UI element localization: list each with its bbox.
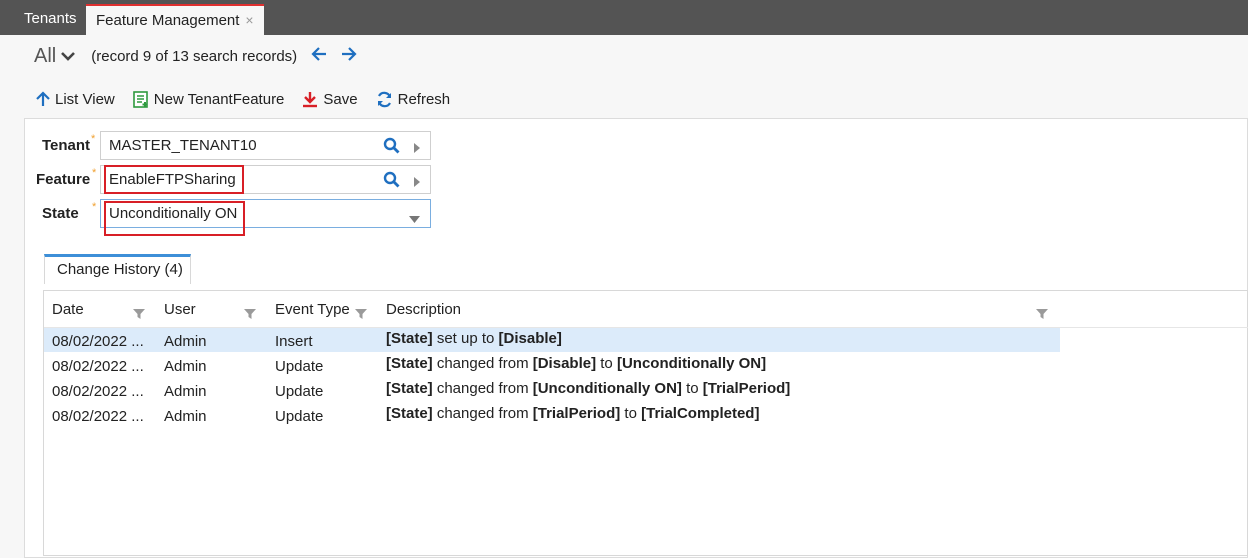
- tenant-required-marker: *: [91, 133, 96, 145]
- description-value: [TrialPeriod]: [702, 380, 791, 397]
- description-value: [TrialCompleted]: [641, 405, 760, 422]
- feature-field[interactable]: EnableFTPSharing: [100, 165, 431, 194]
- description-value: [State]: [386, 355, 433, 372]
- refresh-icon: [377, 91, 391, 107]
- caret-right-icon[interactable]: [413, 174, 420, 191]
- record-position-text: (record 9 of 13 search records): [91, 47, 298, 65]
- cell-user: Admin: [164, 358, 207, 375]
- description-text: to: [620, 405, 642, 422]
- chevron-down-icon[interactable]: [61, 48, 76, 65]
- filter-icon[interactable]: [355, 306, 367, 323]
- cell-event-type: Insert: [275, 333, 313, 350]
- table-row[interactable]: 08/02/2022 ... Admin Update [State] chan…: [44, 353, 1060, 377]
- record-navigation: All (record 9 of 13 search records): [34, 44, 357, 68]
- description-value: [State]: [386, 405, 433, 422]
- change-history-grid: Date User Event Type Description 08/02/2…: [43, 290, 1248, 556]
- table-row[interactable]: 08/02/2022 ... Admin Insert [State] set …: [44, 328, 1060, 352]
- cell-user: Admin: [164, 383, 207, 400]
- description-value: [TrialPeriod]: [532, 405, 621, 422]
- search-icon[interactable]: [383, 137, 400, 158]
- state-select[interactable]: Unconditionally ON: [100, 199, 431, 228]
- save-download-icon: [303, 91, 318, 107]
- feature-required-marker: *: [92, 167, 97, 179]
- description-text: changed from: [432, 405, 533, 422]
- cell-date: 08/02/2022 ...: [52, 358, 144, 375]
- feature-value: EnableFTPSharing: [109, 171, 236, 188]
- cell-date: 08/02/2022 ...: [52, 408, 144, 425]
- refresh-button[interactable]: Refresh: [376, 90, 451, 108]
- description-text: set up to: [432, 330, 499, 347]
- new-tenantfeature-button[interactable]: New TenantFeature: [132, 90, 285, 108]
- arrow-right-icon[interactable]: [341, 47, 357, 65]
- cell-date: 08/02/2022 ...: [52, 383, 144, 400]
- description-text: changed from: [432, 380, 533, 397]
- cell-description: [State] set up to [Disable]: [386, 330, 562, 347]
- new-tenantfeature-label: New TenantFeature: [153, 90, 285, 108]
- search-icon[interactable]: [383, 171, 400, 192]
- tab-bar: Tenants Feature Management ×: [0, 0, 1248, 35]
- description-value: [Disable]: [532, 355, 597, 372]
- state-required-marker: *: [92, 201, 97, 213]
- refresh-label: Refresh: [397, 90, 451, 108]
- cell-event-type: Update: [275, 383, 324, 400]
- tab-feature-management[interactable]: Feature Management ×: [86, 4, 264, 35]
- filter-icon[interactable]: [133, 306, 145, 323]
- filter-icon[interactable]: [244, 306, 256, 323]
- save-button[interactable]: Save: [302, 90, 358, 108]
- filter-icon[interactable]: [1036, 306, 1048, 323]
- tab-tenants[interactable]: Tenants: [14, 4, 87, 35]
- list-view-button[interactable]: List View: [36, 91, 115, 108]
- feature-label: Feature: [36, 171, 91, 188]
- cell-description: [State] changed from [Disable] to [Uncon…: [386, 355, 766, 372]
- save-label: Save: [323, 90, 358, 108]
- cell-user: Admin: [164, 408, 207, 425]
- cell-event-type: Update: [275, 358, 324, 375]
- tab-change-history[interactable]: Change History (4): [44, 254, 191, 284]
- arrow-left-icon[interactable]: [311, 47, 327, 65]
- cell-user: Admin: [164, 333, 207, 350]
- filter-dropdown-label[interactable]: All: [34, 45, 56, 68]
- cell-description: [State] changed from [TrialPeriod] to [T…: [386, 405, 759, 422]
- description-value: [State]: [386, 330, 433, 347]
- cell-description: [State] changed from [Unconditionally ON…: [386, 380, 790, 397]
- description-text: to: [681, 380, 703, 397]
- tenant-label: Tenant: [42, 137, 91, 154]
- state-label: State: [42, 205, 79, 222]
- new-document-icon: [132, 90, 148, 108]
- description-value: [State]: [386, 380, 433, 397]
- cell-event-type: Update: [275, 408, 324, 425]
- table-row[interactable]: 08/02/2022 ... Admin Update [State] chan…: [44, 403, 1060, 427]
- description-value: [Unconditionally ON]: [616, 355, 767, 372]
- list-view-label: List View: [55, 90, 115, 108]
- column-header-description[interactable]: Description: [386, 301, 461, 318]
- column-header-date[interactable]: Date: [52, 301, 84, 318]
- description-text: to: [596, 355, 617, 372]
- caret-right-icon[interactable]: [413, 140, 420, 157]
- tenant-value: MASTER_TENANT10: [109, 137, 257, 154]
- column-header-user[interactable]: User: [164, 301, 196, 318]
- toolbar: List View New TenantFeature Save Refresh: [36, 88, 468, 110]
- tenant-field[interactable]: MASTER_TENANT10: [100, 131, 431, 160]
- cell-date: 08/02/2022 ...: [52, 333, 144, 350]
- state-value: Unconditionally ON: [109, 205, 238, 222]
- description-text: changed from: [432, 355, 533, 372]
- table-row[interactable]: 08/02/2022 ... Admin Update [State] chan…: [44, 378, 1060, 402]
- description-value: [Unconditionally ON]: [532, 380, 682, 397]
- arrow-up-icon: [36, 91, 50, 106]
- caret-down-icon[interactable]: [409, 210, 420, 227]
- close-icon[interactable]: ×: [245, 12, 253, 28]
- column-header-event-type[interactable]: Event Type: [275, 301, 350, 318]
- tab-feature-management-label: Feature Management: [96, 12, 240, 29]
- description-value: [Disable]: [498, 330, 562, 347]
